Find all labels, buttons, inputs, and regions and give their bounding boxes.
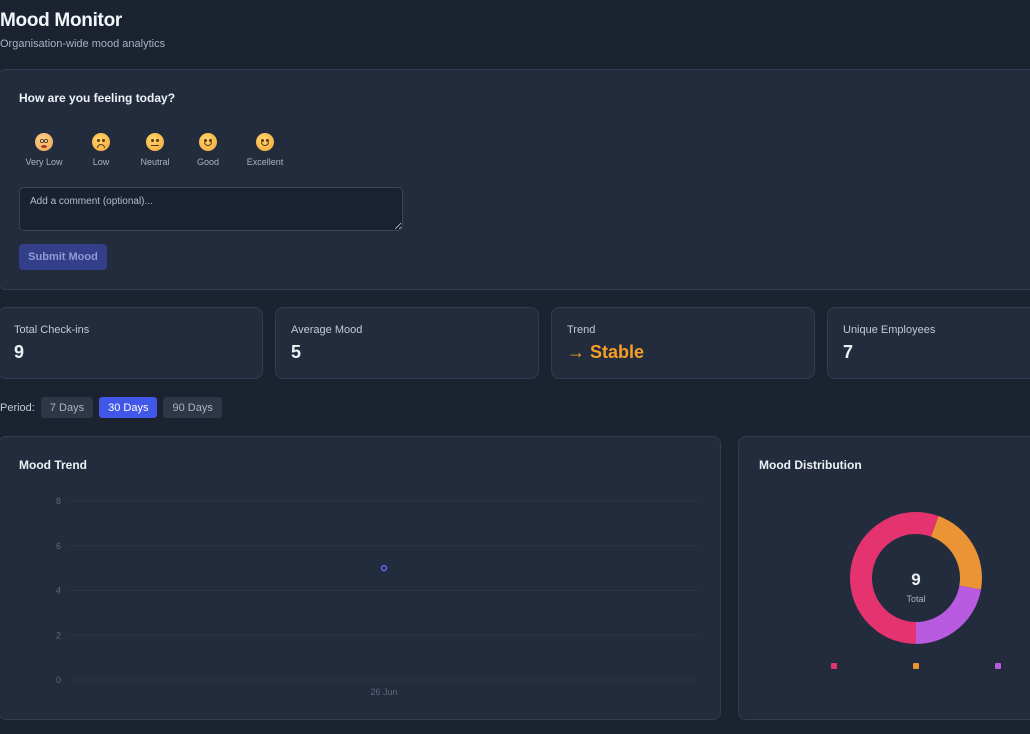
mood-options: Very Low Low Neutral Good Excellent bbox=[23, 133, 286, 167]
stat-label: Average Mood bbox=[291, 324, 363, 336]
mood-distribution-card: Mood Distribution 9 Total bbox=[738, 436, 1030, 720]
anxious-face-icon bbox=[35, 133, 53, 151]
stat-label: Trend bbox=[567, 324, 596, 336]
pie-slice bbox=[916, 585, 981, 644]
y-tick-label: 2 bbox=[56, 630, 61, 640]
submit-mood-button[interactable]: Submit Mood bbox=[19, 244, 107, 270]
mood-option-label: Neutral bbox=[140, 157, 170, 167]
mood-option-low[interactable]: Low bbox=[80, 133, 122, 167]
stat-average-mood: Average Mood 5 bbox=[275, 307, 539, 379]
mood-option-excellent[interactable]: Excellent bbox=[244, 133, 286, 167]
donut-center-value: 9 bbox=[911, 570, 920, 589]
mood-distribution-chart: 9 Total bbox=[831, 512, 1001, 669]
y-tick-label: 0 bbox=[56, 675, 61, 685]
stat-label: Unique Employees bbox=[843, 324, 936, 336]
pie-slice bbox=[931, 515, 982, 590]
data-point bbox=[380, 564, 388, 572]
mood-trend-chart: 0 2 4 6 8 26 Jun bbox=[56, 496, 699, 697]
period-30-days-button[interactable]: 30 Days bbox=[99, 397, 158, 418]
page-subtitle: Organisation-wide mood analytics bbox=[0, 38, 166, 50]
y-tick-label: 8 bbox=[56, 496, 61, 506]
mood-option-good[interactable]: Good bbox=[187, 133, 229, 167]
page-header: Mood Monitor Organisation-wide mood anal… bbox=[0, 10, 165, 50]
mood-option-label: Very Low bbox=[25, 157, 63, 167]
donut-center-label: Total bbox=[906, 594, 925, 604]
mood-option-label: Low bbox=[92, 157, 110, 167]
mood-option-very-low[interactable]: Very Low bbox=[23, 133, 65, 167]
period-7-days-button[interactable]: 7 Days bbox=[40, 397, 94, 418]
stat-label: Total Check-ins bbox=[14, 324, 90, 336]
stat-value: 7 bbox=[843, 342, 854, 362]
legend-swatch bbox=[913, 663, 919, 669]
period-label: Period: bbox=[0, 401, 35, 414]
page-title: Mood Monitor bbox=[0, 10, 122, 31]
stat-value: 5 bbox=[291, 342, 302, 362]
period-90-days-button[interactable]: 90 Days bbox=[163, 397, 222, 418]
mood-question: How are you feeling today? bbox=[19, 91, 176, 105]
stat-value: → Stable bbox=[567, 342, 645, 362]
mood-option-label: Excellent bbox=[246, 157, 284, 167]
y-tick-label: 4 bbox=[56, 586, 61, 596]
x-tick-label: 26 Jun bbox=[370, 687, 397, 697]
stat-unique-employees: Unique Employees 7 bbox=[827, 307, 1030, 379]
legend-swatch bbox=[995, 663, 1001, 669]
y-tick-label: 6 bbox=[56, 541, 61, 551]
stat-total-checkins: Total Check-ins 9 bbox=[0, 307, 263, 379]
neutral-face-icon bbox=[146, 133, 164, 151]
pensive-face-icon bbox=[92, 133, 110, 151]
comment-input[interactable] bbox=[19, 187, 403, 231]
stat-trend: Trend → Stable bbox=[551, 307, 815, 379]
mood-checkin-card: How are you feeling today? Very Low Low … bbox=[0, 69, 1030, 290]
stat-value: 9 bbox=[14, 342, 25, 362]
smiling-face-icon bbox=[256, 133, 274, 151]
mood-option-neutral[interactable]: Neutral bbox=[134, 133, 176, 167]
slightly-smiling-face-icon bbox=[199, 133, 217, 151]
period-selector: Period: 7 Days 30 Days 90 Days bbox=[0, 397, 228, 418]
mood-trend-card: Mood Trend 0 2 4 6 8 26 Jun bbox=[0, 436, 721, 720]
mood-option-label: Good bbox=[196, 157, 220, 167]
legend-swatch bbox=[831, 663, 837, 669]
